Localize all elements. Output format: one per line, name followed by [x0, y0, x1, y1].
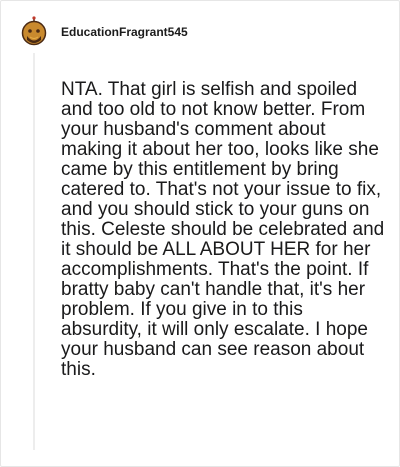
comment-card: EducationFragrant545 NTA. That girl is s…: [0, 0, 400, 467]
username-link[interactable]: EducationFragrant545: [61, 24, 188, 40]
snoo-avatar-icon: [21, 16, 47, 46]
comment-body: NTA. That girl is selfish and spoiled an…: [61, 79, 385, 380]
user-avatar[interactable]: [21, 16, 47, 46]
thread-collapse-line[interactable]: [33, 53, 35, 450]
